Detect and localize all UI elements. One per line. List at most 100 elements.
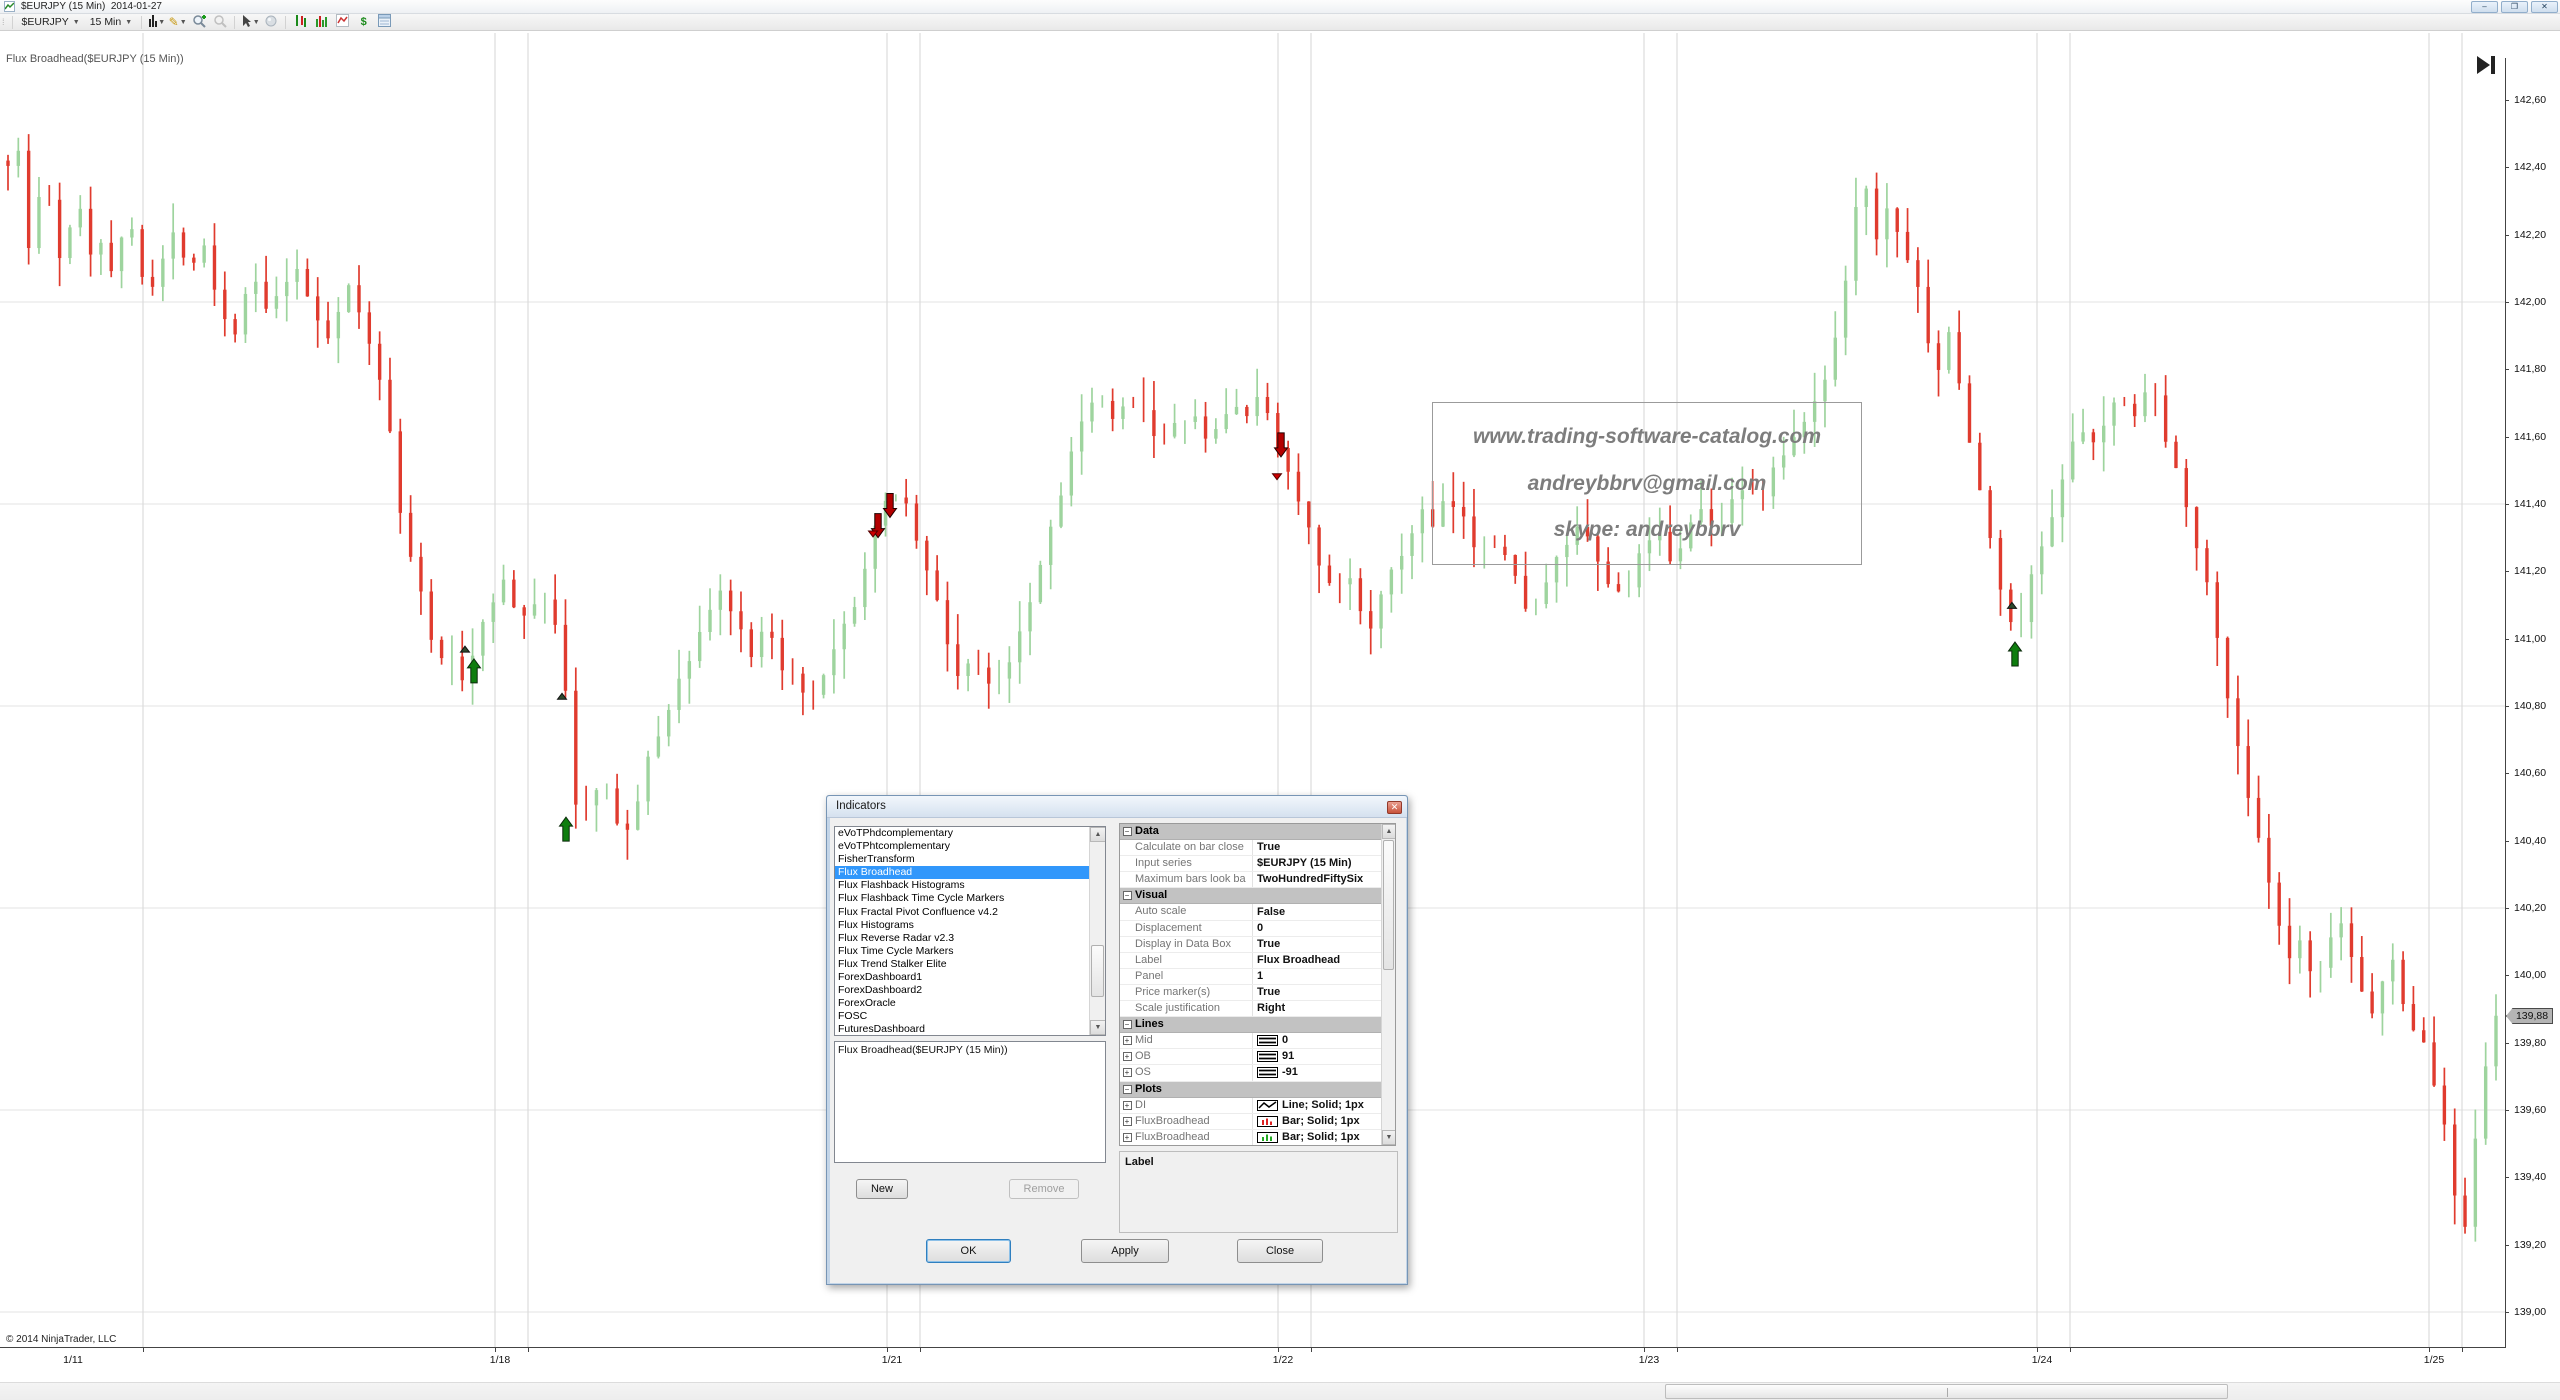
ok-button[interactable]: OK [926, 1239, 1011, 1263]
scrollbar-thumb[interactable] [1383, 840, 1394, 970]
price-label: 141,40 [2514, 498, 2546, 510]
indicator-list-item[interactable]: FisherTransform [835, 853, 1105, 866]
expand-box-icon[interactable]: + [1123, 1036, 1132, 1045]
indicator-list-item[interactable]: Flux Flashback Time Cycle Markers [835, 892, 1105, 905]
property-value[interactable]: -91 [1253, 1065, 1395, 1080]
grid-scrollbar[interactable]: ▲▼ [1381, 824, 1395, 1145]
property-value[interactable]: TwoHundredFiftySix [1253, 872, 1395, 887]
indicator-list-item[interactable]: Flux Broadhead [835, 866, 1105, 879]
price-tick [2505, 235, 2509, 236]
property-value[interactable]: True [1253, 840, 1395, 855]
go-to-last-bar-icon[interactable] [2477, 56, 2495, 74]
property-value[interactable]: True [1253, 937, 1395, 952]
indicator-list-item[interactable]: Flux Histograms [835, 919, 1105, 932]
row-gutter [1120, 840, 1134, 855]
property-row[interactable]: +FluxBroadheadBar; Solid; 1px [1120, 1114, 1395, 1130]
price-tick [2505, 302, 2509, 303]
indicator-list-item[interactable]: eVoTPhdcomplementary [835, 827, 1105, 840]
expand-box-icon[interactable]: + [1123, 1068, 1132, 1077]
property-row[interactable]: Displacement0 [1120, 921, 1395, 937]
property-row[interactable]: Maximum bars look baTwoHundredFiftySix [1120, 872, 1395, 888]
dialog-close-button[interactable]: ✕ [1387, 801, 1402, 814]
property-value[interactable]: Bar; Solid; 1px [1253, 1114, 1395, 1129]
dialog-close-bottom-button[interactable]: Close [1237, 1239, 1323, 1263]
property-value[interactable]: 91 [1253, 1049, 1395, 1064]
property-group-row[interactable]: −Lines [1120, 1017, 1395, 1033]
price-label: 139,20 [2514, 1239, 2546, 1251]
price-tick [2505, 841, 2509, 842]
remove-button[interactable]: Remove [1009, 1179, 1079, 1199]
property-value[interactable]: 0 [1253, 1033, 1395, 1048]
property-grid[interactable]: −DataCalculate on bar closeTrueInput ser… [1119, 823, 1396, 1146]
property-row[interactable]: Scale justificationRight [1120, 1001, 1395, 1017]
expand-box-icon[interactable]: + [1123, 1101, 1132, 1110]
indicator-list-item[interactable]: ForexDashboard1 [835, 971, 1105, 984]
property-row[interactable]: Display in Data BoxTrue [1120, 937, 1395, 953]
property-value[interactable]: Bar; Solid; 1px [1253, 1130, 1395, 1145]
property-row[interactable]: +Mid0 [1120, 1033, 1395, 1049]
configured-indicator-item[interactable]: Flux Broadhead($EURJPY (15 Min)) [838, 1044, 1102, 1056]
property-row[interactable]: +DILine; Solid; 1px [1120, 1098, 1395, 1114]
property-row[interactable]: Calculate on bar closeTrue [1120, 840, 1395, 856]
collapse-box-icon[interactable]: − [1123, 827, 1132, 836]
expand-box-icon[interactable]: + [1123, 1133, 1132, 1142]
property-row[interactable]: LabelFlux Broadhead [1120, 953, 1395, 969]
list-scrollbar[interactable]: ▲▼ [1089, 827, 1105, 1035]
property-value[interactable]: True [1253, 985, 1395, 1000]
price-label: 141,80 [2514, 363, 2546, 375]
property-row[interactable]: +FluxBroadheadBar; Solid; 1px [1120, 1130, 1395, 1146]
row-gutter: + [1120, 1098, 1134, 1113]
property-row[interactable]: Panel1 [1120, 969, 1395, 985]
price-tick [2505, 975, 2509, 976]
indicator-list-item[interactable]: Flux Flashback Histograms [835, 879, 1105, 892]
scroll-down-button[interactable]: ▼ [1382, 1130, 1396, 1145]
property-row[interactable]: Input series$EURJPY (15 Min) [1120, 856, 1395, 872]
property-value[interactable]: Line; Solid; 1px [1253, 1098, 1395, 1113]
property-value[interactable]: 0 [1253, 921, 1395, 936]
property-group-row[interactable]: −Visual [1120, 888, 1395, 904]
scrollbar-thumb[interactable] [1091, 945, 1104, 997]
indicator-list-item[interactable]: ForexOracle [835, 997, 1105, 1010]
indicator-list-item[interactable]: Flux Trend Stalker Elite [835, 958, 1105, 971]
indicator-list-item[interactable]: eVoTPhtcomplementary [835, 840, 1105, 853]
collapse-box-icon[interactable]: − [1123, 1085, 1132, 1094]
property-group-row[interactable]: −Data [1120, 824, 1395, 840]
price-label: 139,40 [2514, 1171, 2546, 1183]
property-name: Scale justification [1134, 1001, 1253, 1016]
signal-arrow-up [560, 817, 573, 841]
expand-box-icon[interactable]: + [1123, 1117, 1132, 1126]
property-value[interactable]: $EURJPY (15 Min) [1253, 856, 1395, 871]
dialog-titlebar[interactable]: Indicators ✕ [827, 796, 1407, 818]
configured-indicators-box[interactable]: Flux Broadhead($EURJPY (15 Min)) [834, 1041, 1106, 1163]
new-button[interactable]: New [856, 1179, 908, 1199]
watermark-line: skype: andreybbrv [1554, 518, 1741, 542]
indicator-list-item[interactable]: FuturesDashboard [835, 1023, 1105, 1036]
property-value[interactable]: Flux Broadhead [1253, 953, 1395, 968]
property-value[interactable]: False [1253, 904, 1395, 919]
indicator-list-item[interactable]: FOSC [835, 1010, 1105, 1023]
property-row[interactable]: +OB91 [1120, 1049, 1395, 1065]
collapse-box-icon[interactable]: − [1123, 1020, 1132, 1029]
property-description-title: Label [1120, 1152, 1397, 1168]
scroll-up-button[interactable]: ▲ [1090, 827, 1106, 842]
indicator-list-item[interactable]: Flux Time Cycle Markers [835, 945, 1105, 958]
price-axis[interactable]: 142,60142,40142,20142,00141,80141,60141,… [2505, 0, 2560, 1400]
indicator-list-item[interactable]: Flux Reverse Radar v2.3 [835, 932, 1105, 945]
expand-box-icon[interactable]: + [1123, 1052, 1132, 1061]
price-tick [2505, 571, 2509, 572]
property-row[interactable]: +OS-91 [1120, 1065, 1395, 1081]
property-row[interactable]: Auto scaleFalse [1120, 904, 1395, 920]
apply-button[interactable]: Apply [1081, 1239, 1169, 1263]
collapse-box-icon[interactable]: − [1123, 891, 1132, 900]
property-value[interactable]: 1 [1253, 969, 1395, 984]
property-row[interactable]: Price marker(s)True [1120, 985, 1395, 1001]
scroll-up-button[interactable]: ▲ [1382, 824, 1396, 839]
indicator-list-item[interactable]: ForexDashboard2 [835, 984, 1105, 997]
property-value-text: Bar; Solid; 1px [1282, 1130, 1360, 1145]
scroll-down-button[interactable]: ▼ [1090, 1020, 1106, 1035]
property-name: Auto scale [1134, 904, 1253, 919]
property-group-row[interactable]: −Plots [1120, 1082, 1395, 1098]
indicator-list-item[interactable]: Flux Fractal Pivot Confluence v4.2 [835, 906, 1105, 919]
property-value[interactable]: Right [1253, 1001, 1395, 1016]
indicator-list[interactable]: eVoTPhdcomplementaryeVoTPhtcomplementary… [834, 826, 1106, 1036]
